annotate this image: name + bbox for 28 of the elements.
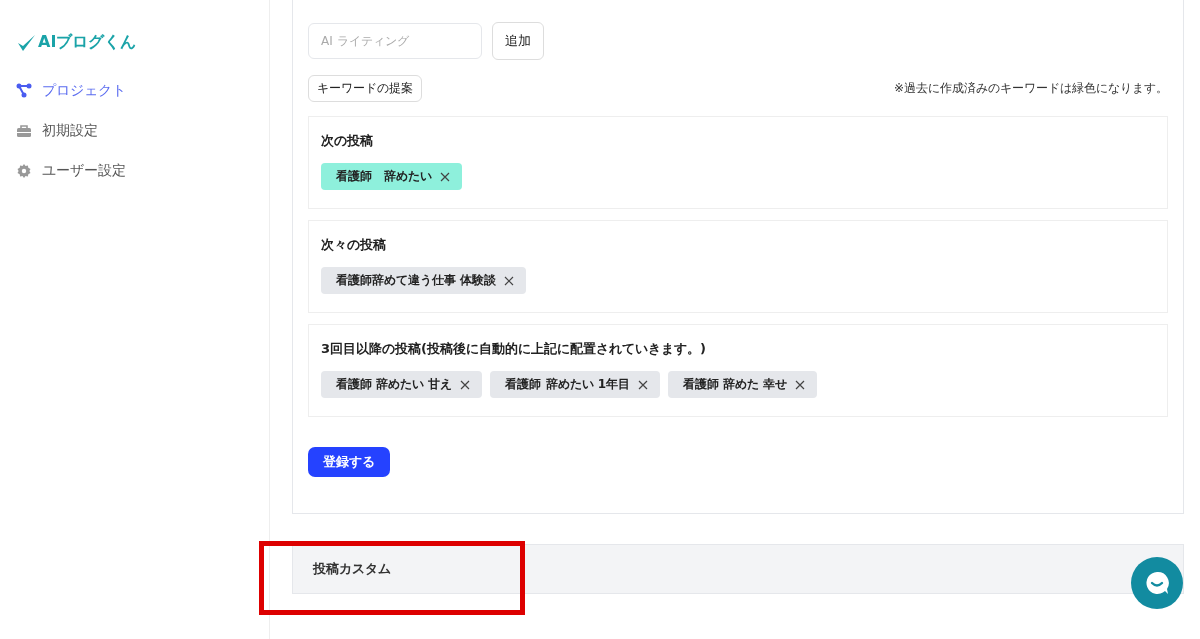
toolbox-icon <box>16 123 32 139</box>
add-button[interactable]: 追加 <box>492 22 544 60</box>
sidebar-item[interactable]: ユーザー設定 <box>16 151 269 191</box>
close-icon[interactable] <box>504 275 515 286</box>
accordion-title: 投稿カスタム <box>313 560 391 578</box>
app-logo: AIブログくん <box>16 32 269 53</box>
gear-icon <box>16 163 32 179</box>
suggest-button[interactable]: キーワードの提案 <box>308 75 422 102</box>
tag-label: 看護師辞めて違う仕事 体験談 <box>336 272 497 289</box>
sidebar-item[interactable]: 初期設定 <box>16 111 269 151</box>
close-icon[interactable] <box>440 171 450 182</box>
tag-label: 看護師 辞めた 幸せ <box>683 376 788 393</box>
tag-label: 看護師 辞めたい 1年目 <box>505 376 631 393</box>
tag-label: 看護師 辞めたい <box>336 168 432 185</box>
close-icon[interactable] <box>460 379 471 390</box>
close-icon[interactable] <box>638 379 649 390</box>
section-title: 3回目以降の投稿(投稿後に自動的に上記に配置されていきます。) <box>321 340 707 358</box>
section-title: 次々の投稿 <box>321 236 387 254</box>
keyword-input[interactable]: AI ライティング <box>308 23 482 59</box>
tag-label: 看護師 辞めたい 甘え <box>336 376 453 393</box>
close-icon[interactable] <box>795 379 806 390</box>
sidebar-item[interactable]: プロジェクト <box>16 71 269 111</box>
section-title: 次の投稿 <box>321 132 374 150</box>
submit-button[interactable]: 登録する <box>308 447 390 477</box>
chat-bubble-icon <box>1143 569 1171 597</box>
note-text: ※過去に作成済みのキーワードは緑色になります。 <box>893 80 1168 97</box>
accordion-header[interactable]: 投稿カスタム <box>292 544 1184 594</box>
network-icon <box>16 83 32 99</box>
